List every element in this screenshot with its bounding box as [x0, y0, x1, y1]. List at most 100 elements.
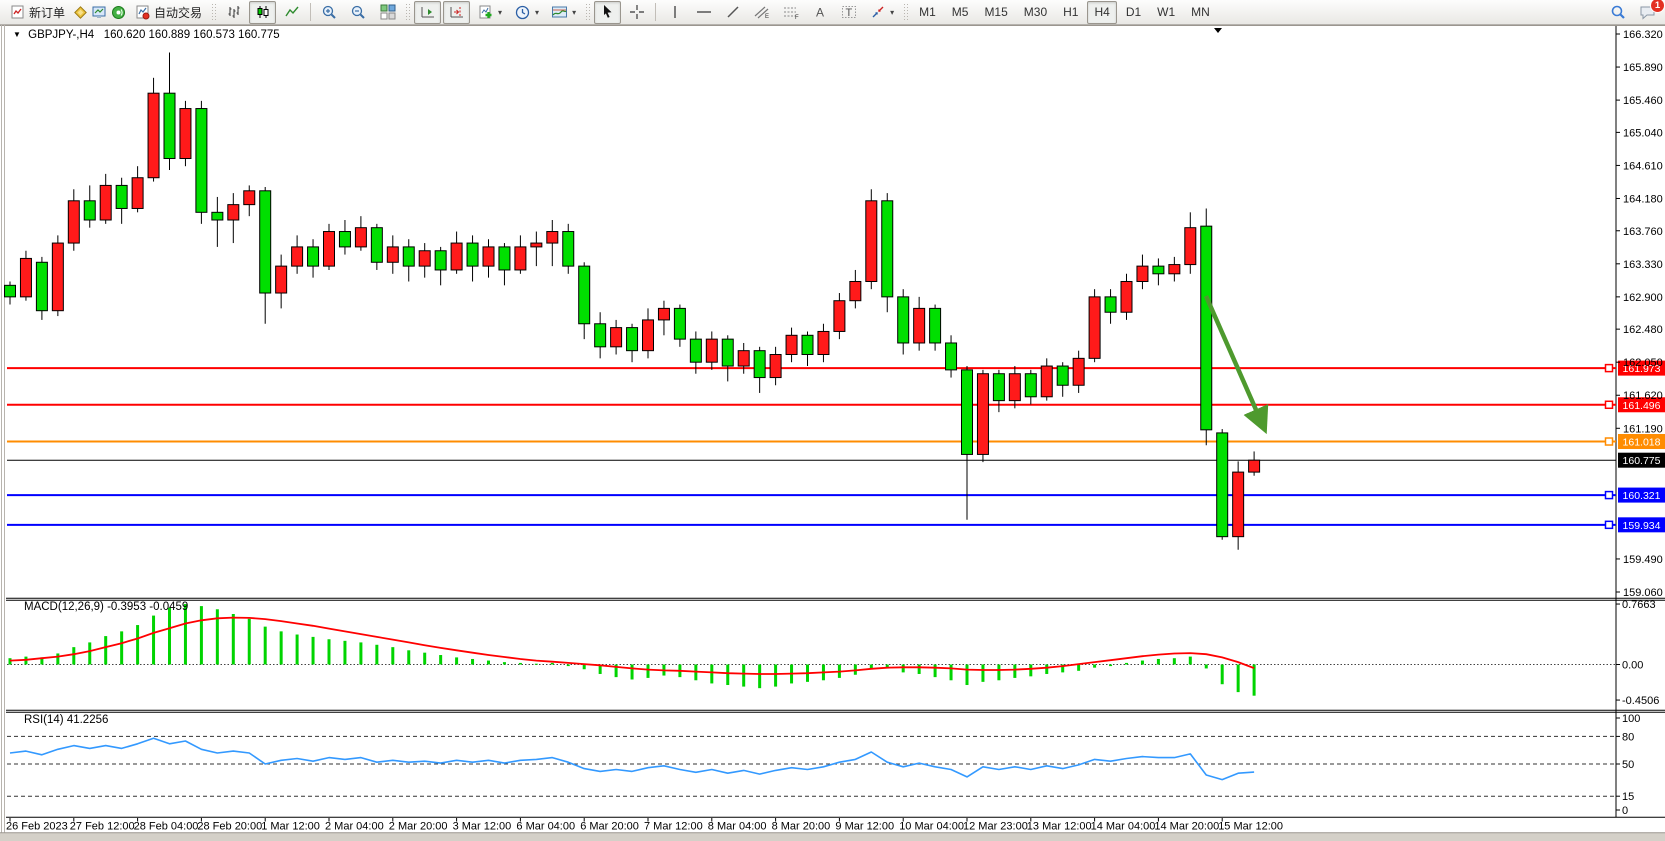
autotrading-button[interactable]: 自动交易: [129, 1, 207, 24]
candle-body: [993, 374, 1004, 401]
candle-body: [1217, 433, 1228, 537]
zoom-in-icon: [321, 4, 338, 21]
search-icon: [1610, 4, 1627, 21]
fibonacci-tool-button[interactable]: F: [777, 1, 804, 24]
candle-body: [292, 247, 303, 266]
indicators-icon: [477, 4, 494, 21]
time-axis-label: 6 Mar 04:00: [516, 821, 575, 833]
candle-body: [1169, 265, 1180, 274]
cursor-button[interactable]: [594, 1, 621, 24]
candle-body: [1185, 228, 1196, 265]
bar-chart-button[interactable]: [220, 1, 247, 24]
templates-button[interactable]: ▾: [546, 1, 581, 24]
vertical-line-tool-button[interactable]: [661, 1, 688, 24]
time-axis-label: 9 Mar 12:00: [835, 821, 894, 833]
chart-shift-icon: [448, 4, 465, 21]
price-axis-label: 165.890: [1623, 62, 1663, 74]
candle-body: [1137, 266, 1148, 281]
text-label-icon: T: [840, 4, 857, 21]
timeframe-d1-button[interactable]: D1: [1119, 1, 1148, 24]
candle-body: [260, 191, 271, 293]
timeframe-m30-button[interactable]: M30: [1017, 1, 1054, 24]
candle-body: [100, 185, 111, 220]
time-axis[interactable]: 26 Feb 202327 Feb 12:0028 Feb 04:0028 Fe…: [0, 818, 1616, 833]
search-button[interactable]: [1605, 1, 1632, 24]
symbols-icon[interactable]: [72, 4, 89, 21]
timeframe-h4-button[interactable]: H4: [1087, 1, 1116, 24]
signals-icon[interactable]: [110, 4, 127, 21]
rsi-axis-label: 80: [1622, 731, 1634, 743]
svg-text:A: A: [816, 6, 824, 20]
rsi-axis-label: 15: [1622, 791, 1634, 803]
timeframe-w1-button[interactable]: W1: [1150, 1, 1182, 24]
candle-body: [786, 335, 797, 354]
collapse-triangle-icon[interactable]: ▼: [13, 30, 21, 39]
tile-windows-button[interactable]: [374, 1, 401, 24]
candle-body: [531, 243, 542, 247]
new-order-button[interactable]: 新订单: [4, 1, 70, 24]
svg-text:T: T: [845, 7, 852, 19]
svg-text:E: E: [765, 14, 769, 20]
candle-body: [212, 212, 223, 220]
candle-body: [68, 201, 79, 243]
candle-body: [196, 109, 207, 213]
notifications-button[interactable]: 1: [1634, 1, 1661, 24]
auto-scroll-button[interactable]: [414, 1, 441, 24]
periods-button[interactable]: ▾: [509, 1, 544, 24]
text-label-tool-button[interactable]: T: [835, 1, 862, 24]
candlestick-chart-button[interactable]: [249, 1, 276, 24]
arrows-dropdown-icon[interactable]: ▾: [890, 8, 894, 17]
candle-body: [36, 262, 47, 310]
market-watch-icon[interactable]: [91, 4, 108, 21]
candle-body: [1233, 472, 1244, 537]
candle-body: [1009, 374, 1020, 401]
line-chart-button[interactable]: [278, 1, 305, 24]
chart-shift-button[interactable]: [443, 1, 470, 24]
time-axis-label: 26 Feb 2023: [6, 821, 68, 833]
timeframe-h1-button[interactable]: H1: [1056, 1, 1085, 24]
new-order-label: 新订单: [29, 4, 65, 21]
text-tool-button[interactable]: A: [806, 1, 833, 24]
autotrading-icon: [134, 4, 151, 21]
chart-canvas[interactable]: 161.973161.496161.018160.775160.321159.9…: [0, 0, 1665, 841]
horizontal-line-tool-button[interactable]: [690, 1, 717, 24]
text-tool-icon: A: [811, 4, 828, 21]
vertical-line-icon: [666, 4, 683, 21]
crosshair-icon: [628, 4, 645, 21]
time-axis-label: 1 Mar 12:00: [261, 821, 320, 833]
candle-body: [547, 232, 558, 244]
candle-body: [1153, 266, 1164, 274]
equidistant-channel-icon: E: [753, 4, 770, 21]
candle-body: [579, 266, 590, 324]
candle-body: [770, 355, 781, 378]
price-axis-label: 163.330: [1623, 259, 1663, 271]
price-axis-label: 159.490: [1623, 554, 1663, 566]
candle-body: [1025, 374, 1036, 397]
zoom-out-button[interactable]: [345, 1, 372, 24]
candle-body: [483, 247, 494, 266]
equidistant-channel-tool-button[interactable]: E: [748, 1, 775, 24]
candle-body: [419, 251, 430, 266]
candle-body: [276, 266, 287, 293]
candle-body: [738, 351, 749, 366]
templates-dropdown-icon[interactable]: ▾: [572, 8, 576, 17]
candle-body: [818, 331, 829, 354]
timeframe-m1-button[interactable]: M1: [912, 1, 943, 24]
candle-body: [371, 228, 382, 263]
time-axis-label: 3 Mar 12:00: [453, 821, 512, 833]
indicators-button[interactable]: ▾: [472, 1, 507, 24]
timeframe-m5-button[interactable]: M5: [945, 1, 976, 24]
price-axis-label: 162.050: [1623, 357, 1663, 369]
timeframe-mn-button[interactable]: MN: [1184, 1, 1217, 24]
crosshair-button[interactable]: [623, 1, 650, 24]
trendline-tool-button[interactable]: [719, 1, 746, 24]
candle-body: [164, 93, 175, 158]
indicators-dropdown-icon[interactable]: ▾: [498, 8, 502, 17]
candle-body: [499, 247, 510, 270]
arrows-tool-button[interactable]: ▾: [864, 1, 899, 24]
zoom-in-button[interactable]: [316, 1, 343, 24]
timeframe-m15-button[interactable]: M15: [977, 1, 1014, 24]
time-axis-label: 27 Feb 12:00: [70, 821, 135, 833]
price-axis[interactable]: 166.320165.890165.460165.040164.610164.1…: [1616, 26, 1665, 817]
periods-dropdown-icon[interactable]: ▾: [535, 8, 539, 17]
